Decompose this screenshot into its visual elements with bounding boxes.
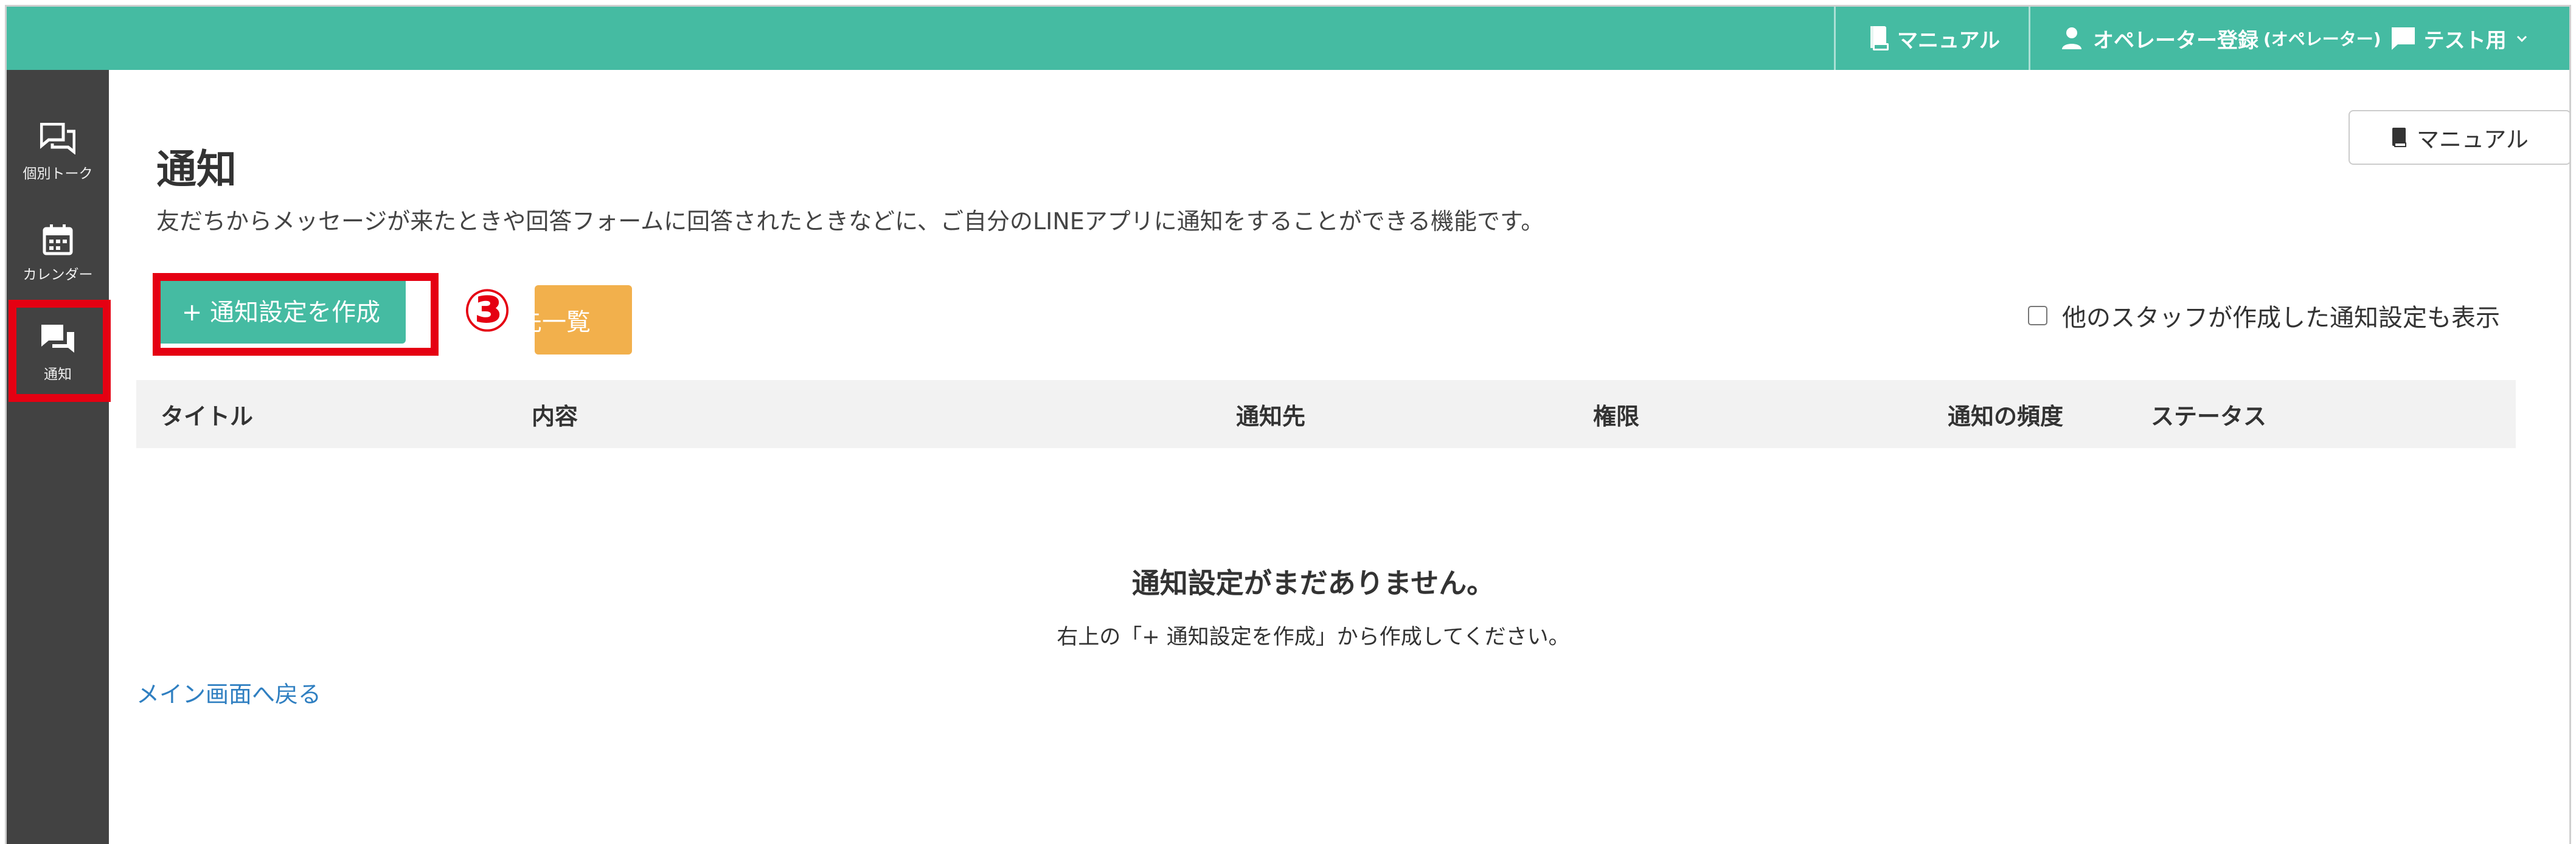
show-others-label: 他のスタッフが作成した通知設定も表示 <box>2062 304 2500 332</box>
book-icon <box>1868 25 1890 52</box>
chat-bubble-icon <box>2390 26 2417 51</box>
sidebar-item-calendar[interactable]: カレンダー <box>7 205 109 302</box>
column-header-title: タイトル <box>161 403 254 430</box>
manual-button[interactable]: マニュアル <box>2349 110 2569 165</box>
sidebar-item-label: 個別トーク <box>23 166 93 182</box>
user-name: オペレーター登録 <box>2093 28 2258 53</box>
highlight-box-sidebar <box>9 300 111 402</box>
chevron-down-icon <box>2515 32 2529 45</box>
header-manual-label: マニュアル <box>1897 28 2000 53</box>
person-icon <box>2060 26 2083 50</box>
sidebar: 個別トーク カレンダー 通知 <box>7 70 109 844</box>
column-header-content: 内容 <box>532 403 578 430</box>
manual-button-label: マニュアル <box>2417 126 2529 153</box>
sidebar-item-label: カレンダー <box>23 267 93 283</box>
book-icon <box>2391 126 2408 148</box>
top-bar: マニュアル オペレーター登録 (オペレーター) テスト用 <box>7 7 2569 70</box>
column-header-status: ステータス <box>2151 403 2267 430</box>
highlight-box-create <box>153 273 439 356</box>
page-description: 友だちからメッセージが来たときや回答フォームに回答されたときなどに、ご自分のLI… <box>156 208 1544 235</box>
orange-button-label: 先一覧 <box>535 308 591 336</box>
column-header-frequency: 通知の頻度 <box>1948 403 2064 430</box>
show-others-toggle[interactable]: 他のスタッフが作成した通知設定も表示 <box>2028 298 2500 333</box>
calendar-icon <box>43 224 73 255</box>
sidebar-item-individual-talk[interactable]: 個別トーク <box>7 104 109 201</box>
table-header: タイトル 内容 通知先 権限 通知の頻度 ステータス <box>136 380 2516 448</box>
user-role: (オペレーター) <box>2263 29 2381 49</box>
show-others-checkbox[interactable] <box>2028 306 2047 325</box>
column-header-permission: 権限 <box>1593 403 1640 430</box>
step-marker: ③ <box>462 277 512 345</box>
top-bar-divider <box>2029 7 2030 70</box>
account-name: テスト用 <box>2423 28 2507 53</box>
column-header-destination: 通知先 <box>1236 403 1306 430</box>
top-bar-divider <box>1834 7 1836 70</box>
app-frame: マニュアル オペレーター登録 (オペレーター) テスト用 個別トーク カレンダー… <box>5 5 2571 844</box>
notification-target-list-button[interactable]: 先一覧 <box>535 285 632 355</box>
empty-state-subtitle: 右上の「+ 通知設定を作成」から作成してください。 <box>1057 625 1570 649</box>
empty-state-title: 通知設定がまだありません。 <box>1131 567 1495 600</box>
header-manual-link[interactable]: マニュアル <box>1868 7 2000 70</box>
page-title: 通知 <box>156 146 237 193</box>
user-menu[interactable]: オペレーター登録 (オペレーター) テスト用 <box>2060 7 2529 70</box>
main-content: 通知 友だちからメッセージが来たときや回答フォームに回答されたときなどに、ご自分… <box>109 70 2569 844</box>
chat-bubbles-icon <box>40 123 75 154</box>
back-to-main-link[interactable]: メイン画面へ戻る <box>136 676 321 709</box>
